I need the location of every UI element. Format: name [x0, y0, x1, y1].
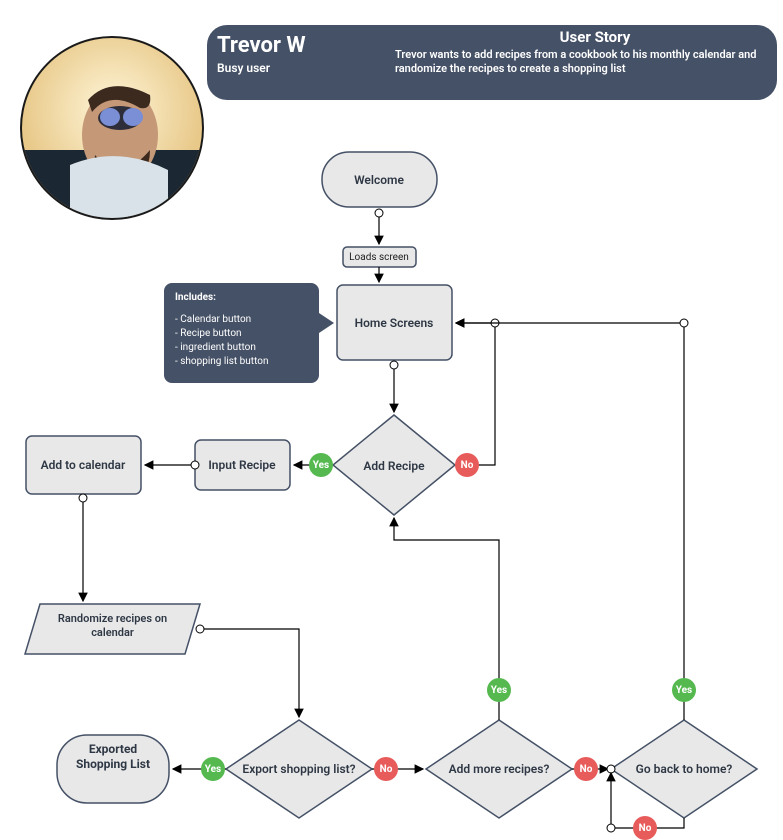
svg-text:Yes: Yes	[491, 685, 507, 696]
svg-text:Export shopping list?: Export shopping list?	[242, 762, 355, 776]
story-body: Trevor wants to add recipes from a cookb…	[395, 48, 765, 76]
persona-role: Busy user	[217, 61, 271, 75]
svg-text:Yes: Yes	[205, 764, 221, 775]
persona-name: Trevor W	[217, 33, 306, 58]
svg-text:- shopping list button: - shopping list button	[175, 356, 268, 367]
flow-diagram: Trevor W Busy user User Story Trevor wan…	[0, 0, 783, 840]
svg-text:Welcome: Welcome	[354, 173, 404, 187]
svg-text:Home Screens: Home Screens	[355, 316, 434, 330]
svg-text:Go back to home?: Go back to home?	[636, 762, 733, 776]
callout-includes: Includes: - Calendar button - Recipe but…	[164, 283, 334, 383]
svg-text:Input Recipe: Input Recipe	[208, 458, 276, 472]
story-header: User Story	[560, 28, 631, 46]
svg-text:- ingredient button: - ingredient button	[175, 342, 256, 353]
svg-text:No: No	[580, 764, 593, 775]
svg-text:Includes:: Includes:	[175, 292, 216, 303]
svg-text:Yes: Yes	[676, 685, 692, 696]
svg-text:No: No	[639, 823, 652, 834]
svg-text:Add to calendar: Add to calendar	[41, 458, 126, 472]
svg-text:Add more recipes?: Add more recipes?	[449, 762, 550, 776]
svg-text:Add Recipe: Add Recipe	[363, 459, 425, 473]
svg-text:Yes: Yes	[313, 460, 329, 471]
svg-text:No: No	[380, 764, 393, 775]
svg-text:- Recipe button: - Recipe button	[175, 328, 242, 339]
svg-text:Loads screen: Loads screen	[349, 252, 409, 263]
svg-text:- Calendar button: - Calendar button	[175, 314, 251, 325]
svg-text:No: No	[461, 460, 474, 471]
